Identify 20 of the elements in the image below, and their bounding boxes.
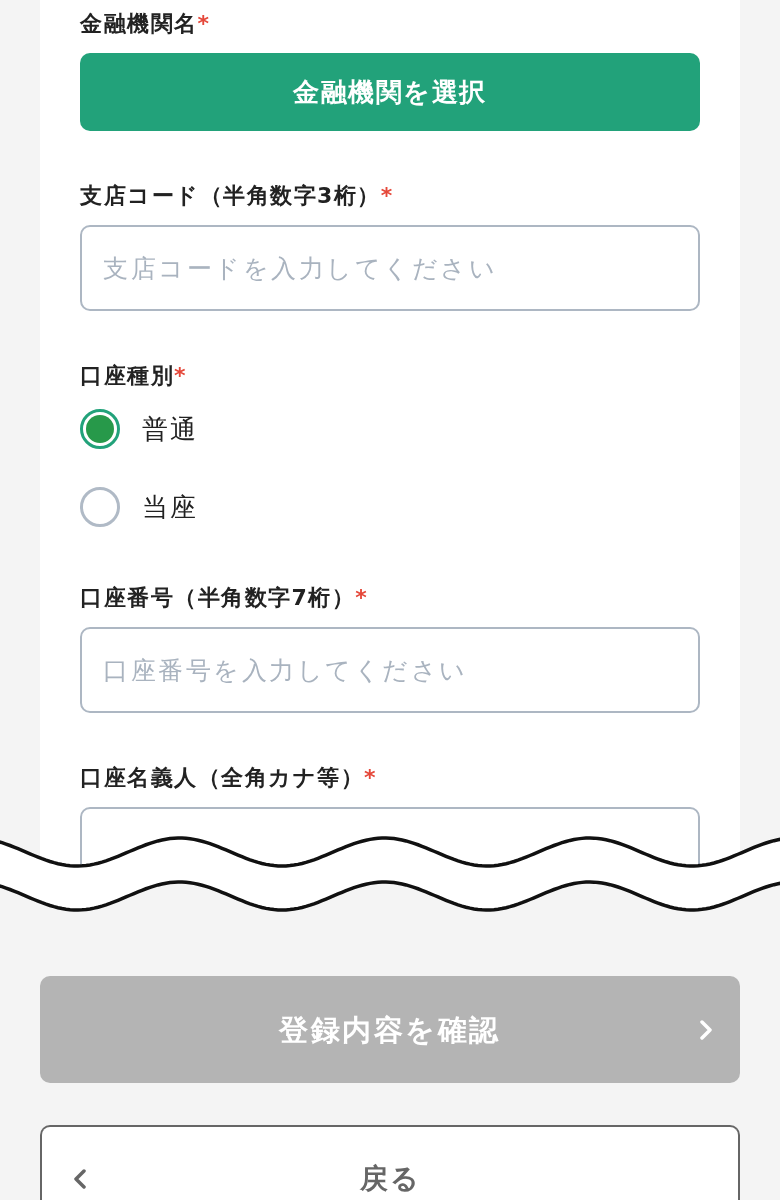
field-label: 口座番号（半角数字7桁） — [80, 584, 356, 612]
required-mark: * — [355, 584, 367, 612]
field-label: 口座種別 — [80, 362, 174, 390]
back-button[interactable]: 戻る — [40, 1125, 740, 1200]
radio-label[interactable]: 普通 — [142, 413, 197, 445]
input-field[interactable]: 支店コードを入力してください — [80, 225, 700, 311]
radio-label[interactable]: 当座 — [142, 491, 197, 523]
field-label: 金融機関名 — [80, 10, 198, 38]
required-mark: * — [197, 10, 209, 38]
select-bank-button[interactable]: 金融機関を選択 — [80, 53, 700, 131]
field-label: 支店コード（半角数字3桁） — [80, 182, 381, 210]
chevron-left-icon — [74, 1169, 86, 1189]
required-mark: * — [380, 182, 393, 210]
input-field[interactable]: 口座番号を入力してください — [80, 627, 700, 713]
chevron-right-icon — [700, 1019, 712, 1040]
required-mark: * — [174, 362, 186, 390]
field-label: 口座名義人（全角カナ等） — [80, 764, 364, 792]
radio-button[interactable] — [80, 487, 120, 527]
radio-button[interactable] — [80, 409, 120, 449]
required-mark: * — [364, 764, 376, 792]
